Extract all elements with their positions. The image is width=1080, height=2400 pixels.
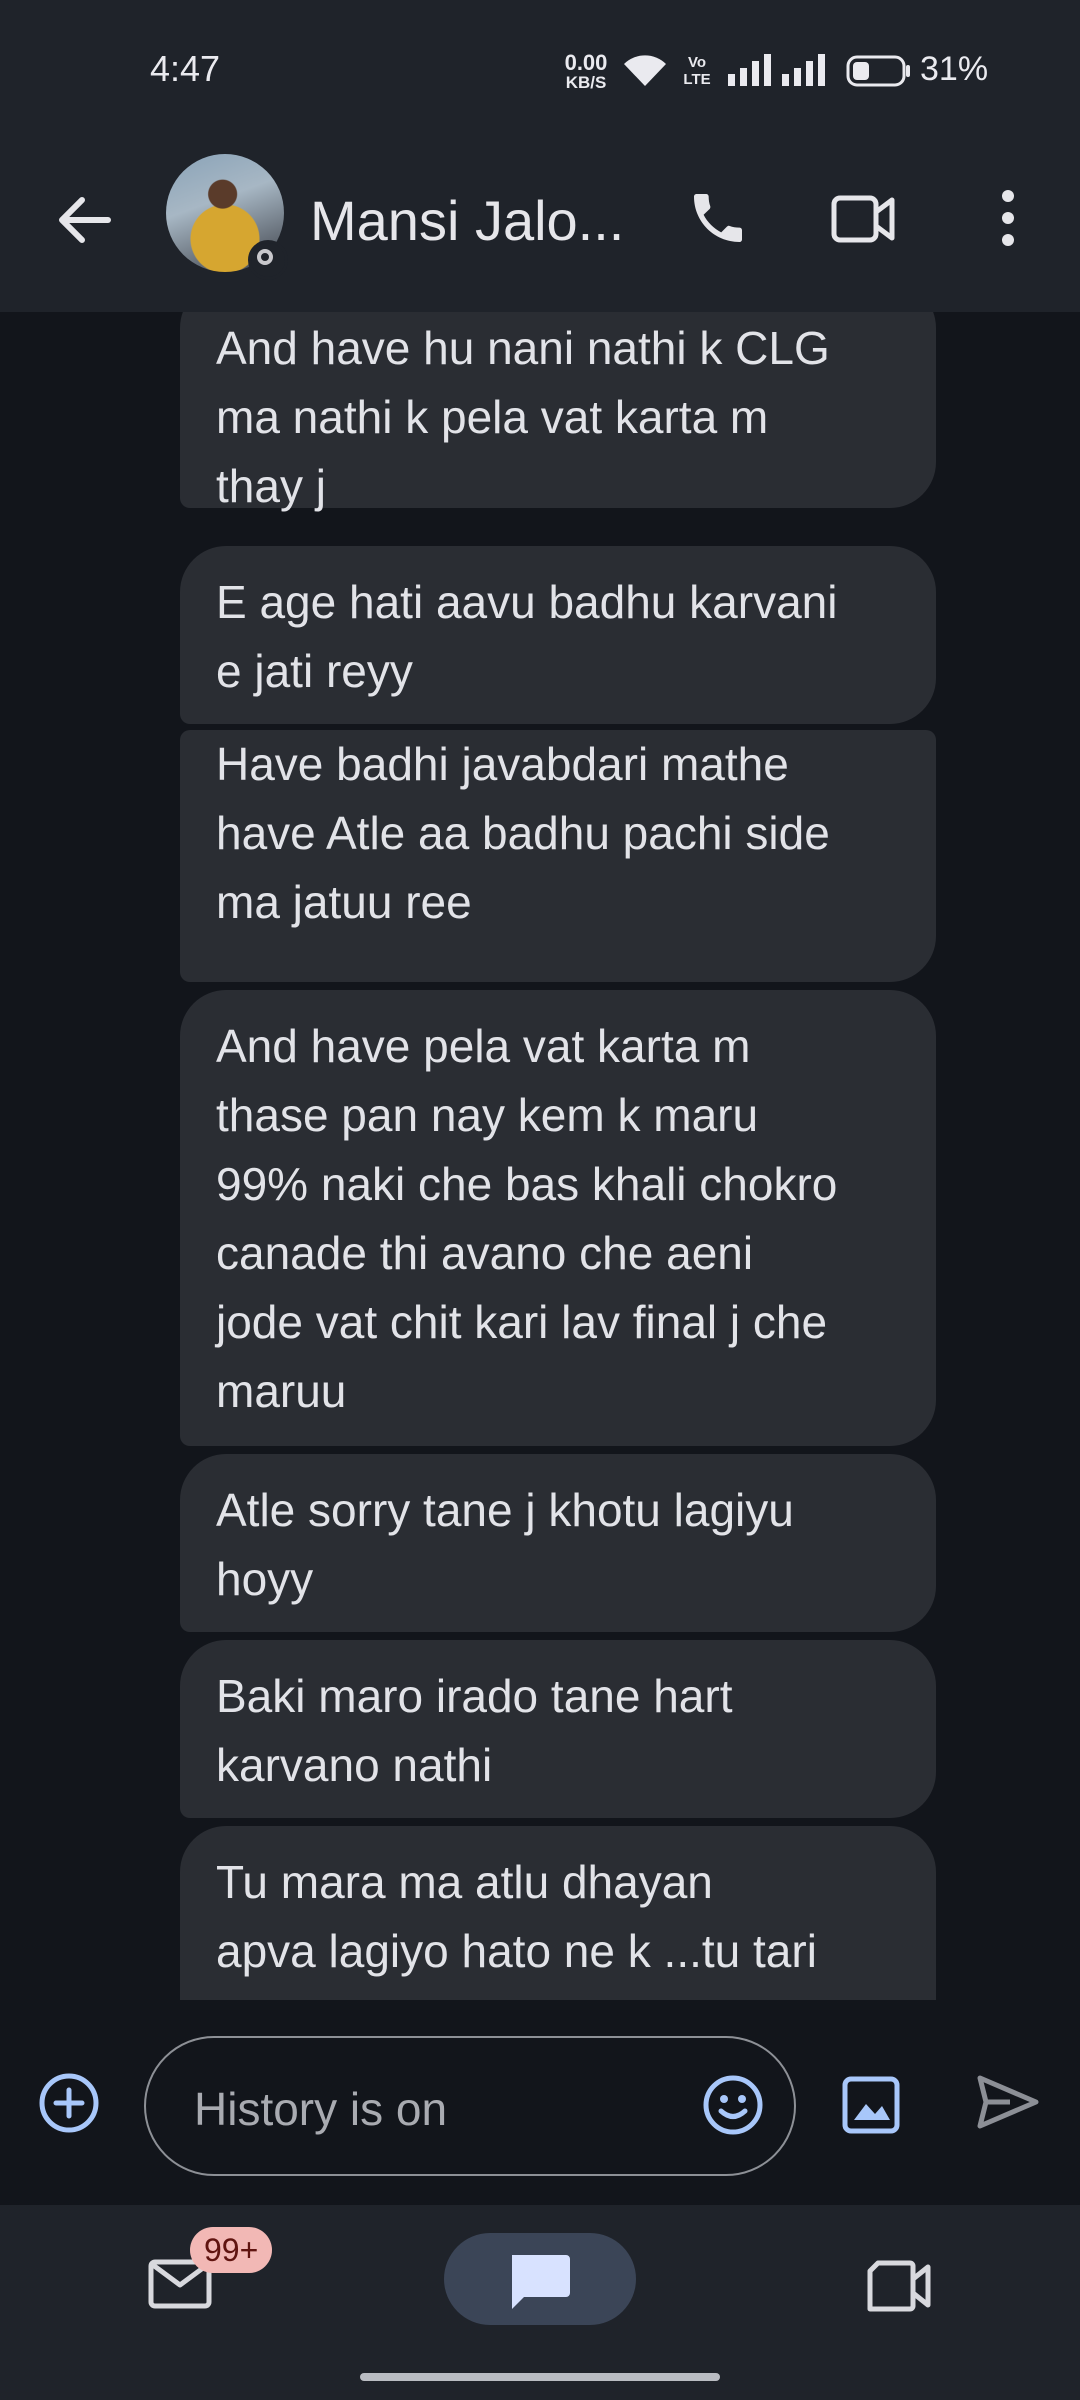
mail-unread-badge: 99+ (190, 2227, 273, 2273)
conversation-header: Mansi Jalo... (0, 130, 1080, 312)
bottom-navigation: 99+ (0, 2205, 1080, 2400)
message-bubble[interactable]: E age hati aavu badhu karvani e jati rey… (180, 546, 936, 724)
network-speed: 0.00 KB/S (560, 52, 612, 92)
more-options-icon[interactable] (990, 186, 1026, 250)
message-bubble[interactable]: Atle sorry tane j khotu lagiyu hoyy (180, 1454, 936, 1632)
message-bubble[interactable]: Tu mara ma atlu dhayan apva lagiyo hato … (180, 1826, 936, 2000)
chat-icon (512, 2255, 570, 2309)
network-speed-value: 0.00 (564, 50, 608, 75)
presence-badge-icon (248, 240, 288, 280)
battery-icon (846, 55, 910, 87)
send-icon[interactable] (976, 2074, 1040, 2130)
message-bubble[interactable]: And have pela vat karta m thase pan nay … (180, 990, 936, 1446)
home-indicator[interactable] (360, 2373, 720, 2381)
volte-icon: Vo LTE (683, 54, 711, 88)
status-time: 4:47 (150, 48, 221, 89)
contact-name[interactable]: Mansi Jalo... (310, 188, 624, 253)
network-speed-unit: KB/S (565, 73, 607, 92)
signal-strength-sim1-icon (728, 54, 771, 86)
meet-video-icon[interactable] (866, 2259, 932, 2313)
message-input-placeholder: History is on (194, 2083, 448, 2135)
wifi-icon (624, 55, 666, 86)
message-list[interactable]: And have hu nani nathi k CLG ma nathi k … (0, 312, 1080, 2000)
emoji-icon[interactable] (700, 2072, 766, 2138)
battery-percentage: 31% (920, 50, 989, 88)
chat-tab[interactable] (444, 2233, 636, 2325)
back-arrow-icon[interactable] (52, 188, 116, 252)
signal-strength-sim2-icon (782, 54, 825, 86)
message-bubble[interactable]: And have hu nani nathi k CLG ma nathi k … (180, 312, 936, 512)
phone-call-icon[interactable] (686, 186, 750, 250)
status-bar: 4:47 0.00 KB/S Vo LTE 31% (0, 0, 1080, 130)
message-input[interactable]: History is on (144, 2036, 796, 2176)
image-gallery-icon[interactable] (842, 2076, 900, 2134)
message-bubble[interactable]: Have badhi javabdari mathe have Atle aa … (180, 730, 936, 982)
message-bubble[interactable]: Baki maro irado tane hart karvano nathi (180, 1640, 936, 1818)
message-composer: History is on (0, 2000, 1080, 2205)
video-call-icon[interactable] (830, 190, 896, 248)
add-attachment-icon[interactable] (38, 2072, 100, 2134)
